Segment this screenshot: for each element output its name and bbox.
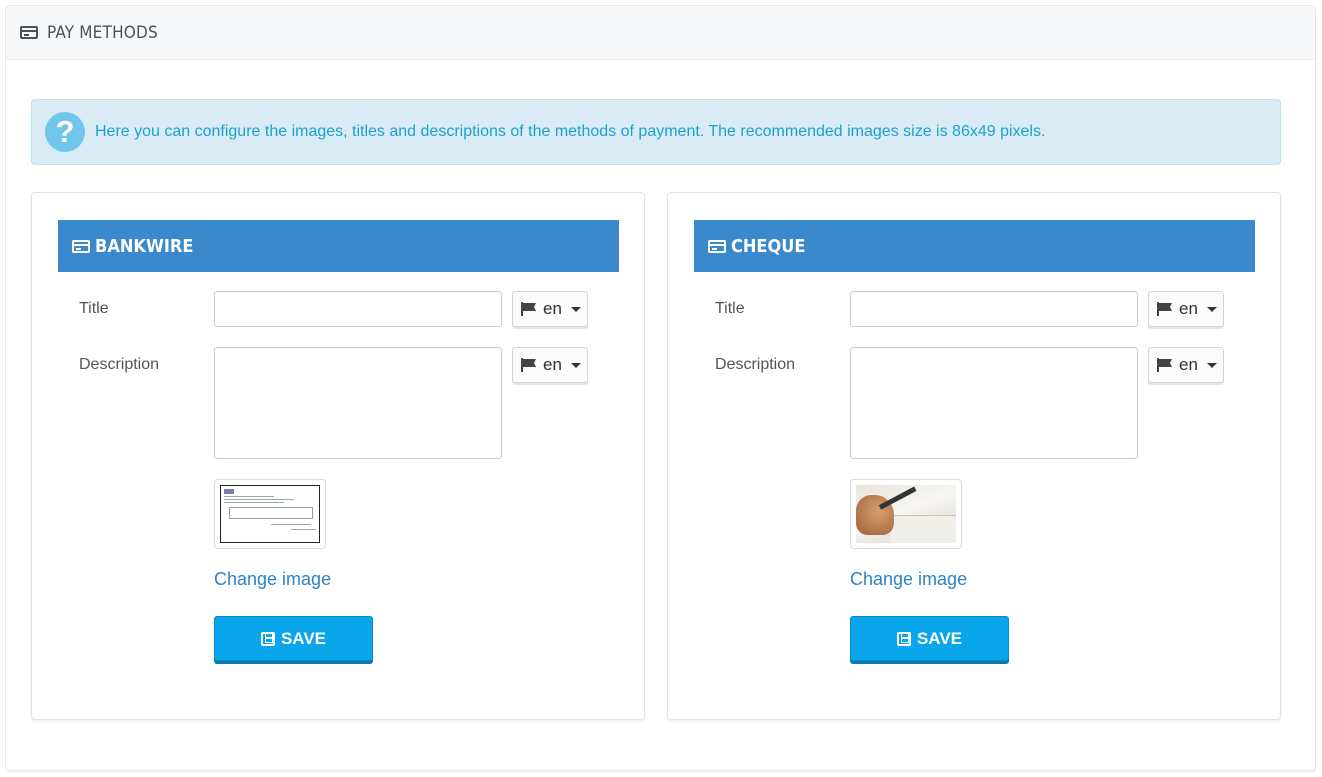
flag-icon [521,302,537,316]
change-image-link[interactable]: Change image [850,569,967,590]
change-image-link[interactable]: Change image [214,569,331,590]
flag-icon [1157,302,1173,316]
description-label: Description [715,356,796,373]
title-language-dropdown[interactable]: en [1148,291,1224,327]
title-label: Title [79,300,109,317]
bankwire-image-thumbnail [214,479,326,549]
description-textarea[interactable] [850,347,1138,459]
caret-down-icon [570,362,581,368]
description-language-dropdown[interactable]: en [512,347,588,383]
caret-down-icon [570,306,581,312]
bankwire-method-box: BANKWIRE Title en Description en Change … [31,192,645,720]
panel-title: PAY METHODS [47,22,158,43]
alert-message: Here you can configure the images, title… [95,123,1046,140]
title-input[interactable] [214,291,502,327]
cheque-image [856,485,956,543]
cheque-method-box: CHEQUE Title en Description en Change im… [667,192,1281,720]
caret-down-icon [1206,306,1217,312]
panel-heading: PAY METHODS [6,6,1315,60]
flag-icon [1157,358,1173,372]
save-label: SAVE [280,628,327,648]
title-input[interactable] [850,291,1138,327]
question-icon: ? [45,112,85,152]
info-alert: ? Here you can configure the images, tit… [31,99,1281,165]
title-language-dropdown[interactable]: en [512,291,588,327]
credit-card-icon [708,239,726,253]
save-label: SAVE [916,628,963,648]
caret-down-icon [1206,362,1217,368]
language-code: en [543,299,562,318]
flag-icon [521,358,537,372]
save-button[interactable]: SAVE [214,616,373,661]
floppy-disk-icon [260,631,275,646]
method-name: BANKWIRE [95,235,194,257]
bankwire-image [220,485,320,543]
save-button[interactable]: SAVE [850,616,1009,661]
title-label: Title [715,300,745,317]
bankwire-header: BANKWIRE [58,220,619,272]
description-label: Description [79,356,160,373]
description-language-dropdown[interactable]: en [1148,347,1224,383]
language-code: en [1179,355,1198,374]
language-code: en [543,355,562,374]
language-code: en [1179,299,1198,318]
cheque-image-thumbnail [850,479,962,549]
description-textarea[interactable] [214,347,502,459]
credit-card-icon [20,26,38,39]
floppy-disk-icon [896,631,911,646]
cheque-header: CHEQUE [694,220,1255,272]
method-name: CHEQUE [731,235,806,257]
credit-card-icon [72,239,90,253]
